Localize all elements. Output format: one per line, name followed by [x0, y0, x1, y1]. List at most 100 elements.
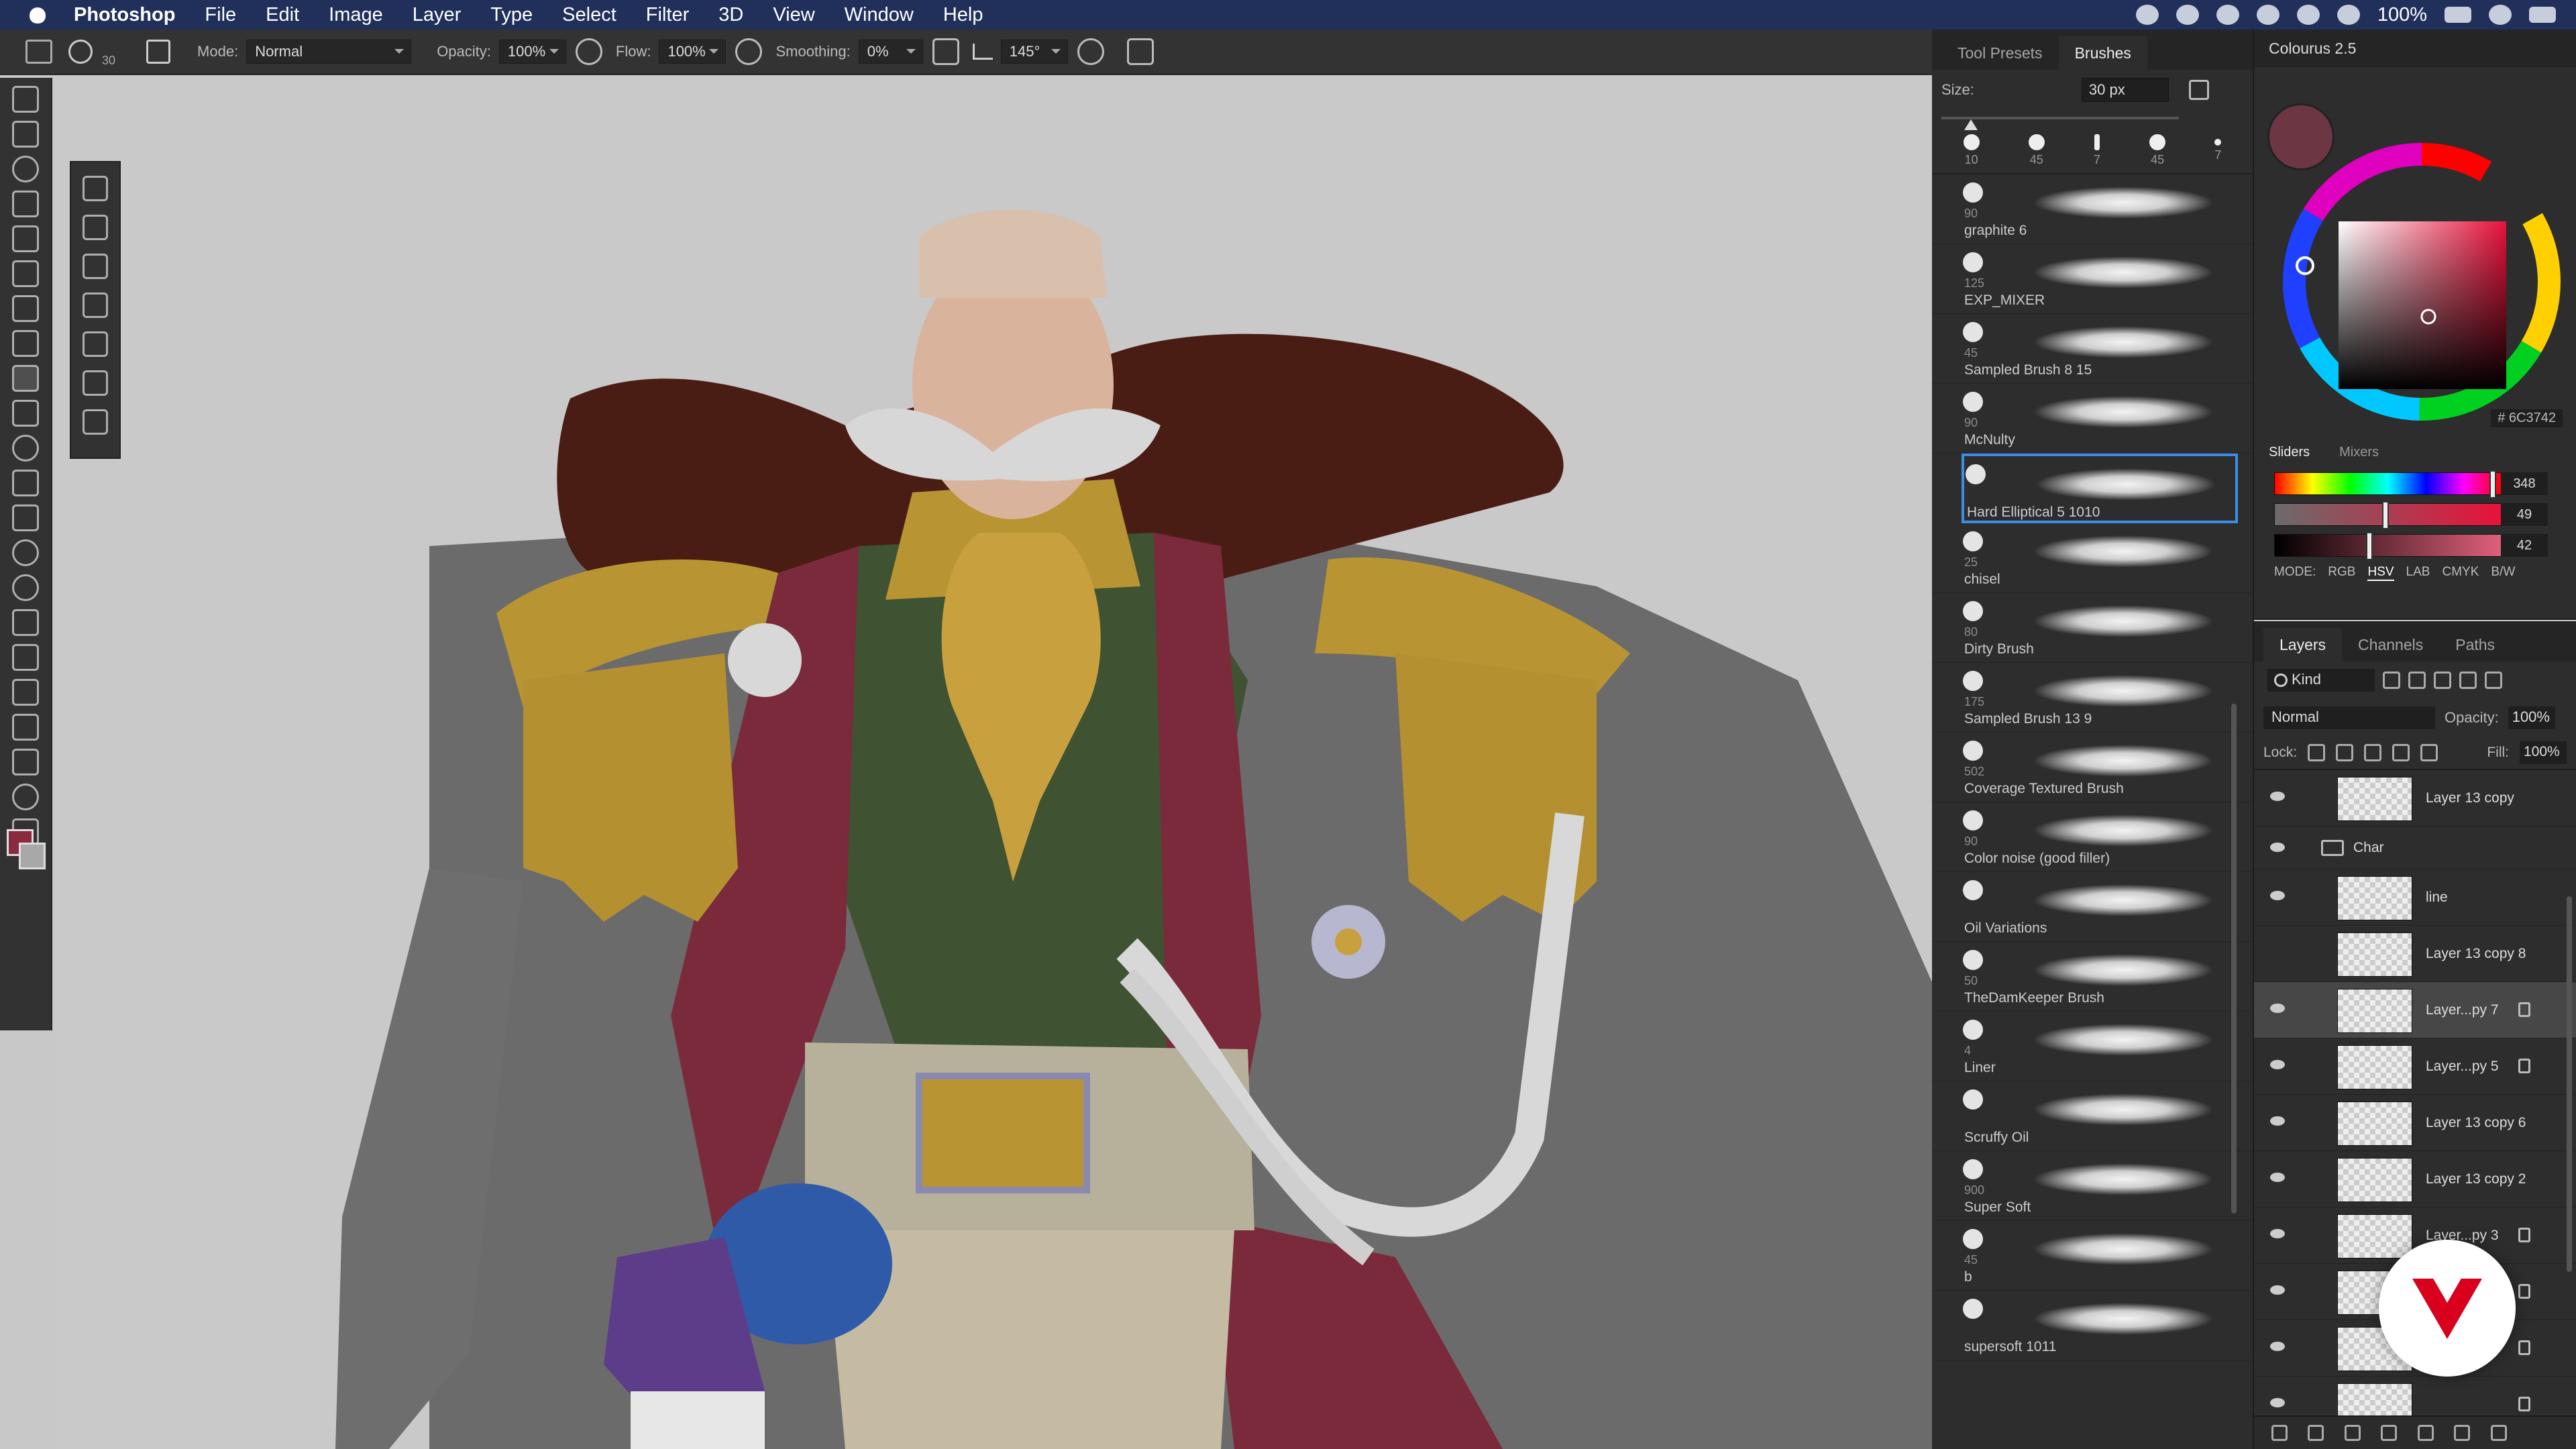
lock-transparency-icon[interactable]: [2308, 744, 2326, 761]
dodge-tool-icon[interactable]: [12, 574, 39, 601]
recent-brush[interactable]: 45: [2028, 133, 2045, 167]
menu-filter[interactable]: Filter: [646, 4, 689, 26]
smoothing-gear-icon[interactable]: [932, 38, 959, 65]
brush-preset-item[interactable]: 90 Color noise (good filler): [1932, 802, 2253, 872]
menu-edit[interactable]: Edit: [266, 4, 299, 26]
flow-select[interactable]: 100%: [659, 40, 727, 64]
link-layers-icon[interactable]: [2271, 1425, 2288, 1441]
menu-image[interactable]: Image: [329, 4, 383, 26]
move-tool-icon[interactable]: [12, 86, 39, 113]
battery-icon[interactable]: [2445, 7, 2471, 23]
layer-group-row[interactable]: Char: [2254, 826, 2576, 869]
mode-lab[interactable]: LAB: [2406, 565, 2430, 581]
brush-size-readout[interactable]: 30: [102, 54, 115, 68]
record-icon[interactable]: [2256, 5, 2279, 25]
blend-mode-select[interactable]: Normal: [2263, 706, 2435, 729]
recent-brush[interactable]: 7: [2094, 133, 2100, 167]
healing-brush-tool-icon[interactable]: [12, 330, 39, 357]
visibility-eye-icon[interactable]: [2270, 1173, 2285, 1182]
mode-select[interactable]: Normal: [246, 40, 412, 64]
recent-brush[interactable]: 10: [1963, 133, 1980, 167]
marquee-tool-icon[interactable]: [12, 121, 39, 148]
background-color-swatch[interactable]: [19, 843, 46, 869]
recent-brush[interactable]: 7: [2214, 138, 2221, 162]
menu-window[interactable]: Window: [845, 4, 914, 26]
wifi-icon[interactable]: [2296, 5, 2320, 25]
hex-readout[interactable]: # 6C3742: [2491, 409, 2563, 427]
magic-wand-tool-icon[interactable]: [12, 191, 39, 217]
filter-adjustment-icon[interactable]: [2408, 672, 2426, 689]
brush-preset-item[interactable]: 175 Sampled Brush 13 9: [1932, 663, 2253, 733]
adjustment-layer-icon[interactable]: [2381, 1425, 2398, 1441]
lock-artboard-icon[interactable]: [2392, 744, 2410, 761]
home-icon[interactable]: [25, 40, 52, 64]
brush-preset-item[interactable]: 45 Sampled Brush 8 15: [1932, 314, 2253, 384]
visibility-eye-icon[interactable]: [2270, 891, 2285, 900]
size-input[interactable]: 30 px: [2081, 78, 2169, 102]
layer-row[interactable]: line: [2254, 869, 2576, 926]
symmetry-icon[interactable]: [1126, 38, 1154, 65]
layer-kind-filter[interactable]: Kind: [2267, 669, 2375, 692]
visibility-eye-icon[interactable]: [2270, 947, 2285, 957]
pressure-opacity-icon[interactable]: [575, 38, 602, 65]
menu-3d[interactable]: 3D: [718, 4, 743, 26]
pressure-size-icon[interactable]: [1077, 38, 1104, 65]
brush-list-scrollbar[interactable]: [2231, 704, 2237, 1214]
saturation-value[interactable]: 49: [2501, 503, 2548, 526]
eyedropper-tool-icon[interactable]: [12, 295, 39, 322]
menu-view[interactable]: View: [773, 4, 814, 26]
filter-type-icon[interactable]: [2434, 672, 2451, 689]
layer-opacity-input[interactable]: 100%: [2508, 706, 2555, 729]
brush-preset-item[interactable]: Scruffy Oil: [1932, 1081, 2253, 1151]
visibility-eye-icon[interactable]: [2270, 843, 2285, 852]
tab-tool-presets[interactable]: Tool Presets: [1941, 36, 2059, 70]
visibility-eye-icon[interactable]: [2270, 1060, 2285, 1069]
visibility-eye-icon[interactable]: [2270, 1004, 2285, 1013]
document-canvas[interactable]: [54, 76, 1932, 1449]
fx-icon[interactable]: [2308, 1425, 2324, 1441]
mode-hsv[interactable]: HSV: [2367, 565, 2394, 581]
menu-app[interactable]: Photoshop: [74, 4, 175, 26]
new-layer-icon[interactable]: [2454, 1425, 2471, 1441]
layer-row[interactable]: Layer 13 copy 8: [2254, 926, 2576, 982]
brush-preset-item[interactable]: supersoft 1011: [1932, 1291, 2253, 1360]
status-icon-1[interactable]: [2135, 5, 2159, 25]
smoothing-select[interactable]: 0%: [858, 40, 923, 64]
tab-brushes[interactable]: Brushes: [2058, 36, 2147, 70]
brush-preset-item[interactable]: 502 Coverage Textured Brush: [1932, 733, 2253, 802]
layer-row[interactable]: Layer 13 copy 2: [2254, 1151, 2576, 1208]
visibility-eye-icon[interactable]: [2270, 1285, 2285, 1295]
hand-tool-icon[interactable]: [12, 749, 39, 775]
pen-tool-icon[interactable]: [12, 609, 39, 636]
paint-bucket-tool-icon[interactable]: [12, 504, 39, 531]
tab-layers[interactable]: Layers: [2263, 628, 2343, 661]
tab-channels[interactable]: Channels: [2342, 628, 2439, 661]
brush-preset-item[interactable]: 80 Dirty Brush: [1932, 593, 2253, 663]
path-selection-tool-icon[interactable]: [12, 679, 39, 706]
mode-cmyk[interactable]: CMYK: [2442, 565, 2479, 581]
visibility-eye-icon[interactable]: [2270, 1116, 2285, 1126]
fill-input[interactable]: 100%: [2520, 741, 2567, 764]
character-icon[interactable]: [83, 215, 108, 240]
brush-preset-item[interactable]: Hard Elliptical 5 1010: [1962, 453, 2238, 523]
brush-tool-icon[interactable]: [12, 365, 39, 392]
menu-help[interactable]: Help: [943, 4, 983, 26]
mode-bw[interactable]: B/W: [2491, 565, 2515, 581]
lock-position-icon[interactable]: [2364, 744, 2382, 761]
control-center-icon[interactable]: [2529, 7, 2556, 23]
layer-row[interactable]: Layer 13 copy: [2254, 770, 2576, 826]
history-icon[interactable]: [83, 292, 108, 318]
play-action-icon[interactable]: [83, 254, 108, 279]
brush-tool-icon[interactable]: [68, 40, 93, 64]
cloud-icon[interactable]: [2216, 5, 2239, 25]
crop-tool-icon[interactable]: [12, 225, 39, 252]
layer-row[interactable]: Layer 13 copy 6: [2254, 1095, 2576, 1151]
lock-pixels-icon[interactable]: [2336, 744, 2354, 761]
menu-type[interactable]: Type: [490, 4, 533, 26]
shape-tool-icon[interactable]: [12, 714, 39, 741]
tab-mixers[interactable]: Mixers: [2324, 439, 2394, 466]
brush-preset-item[interactable]: 4 Liner: [1932, 1012, 2253, 1081]
paragraph-icon[interactable]: [83, 176, 108, 201]
history-brush-tool-icon[interactable]: [12, 435, 39, 462]
layer-row[interactable]: Layer...py 5: [2254, 1038, 2576, 1095]
